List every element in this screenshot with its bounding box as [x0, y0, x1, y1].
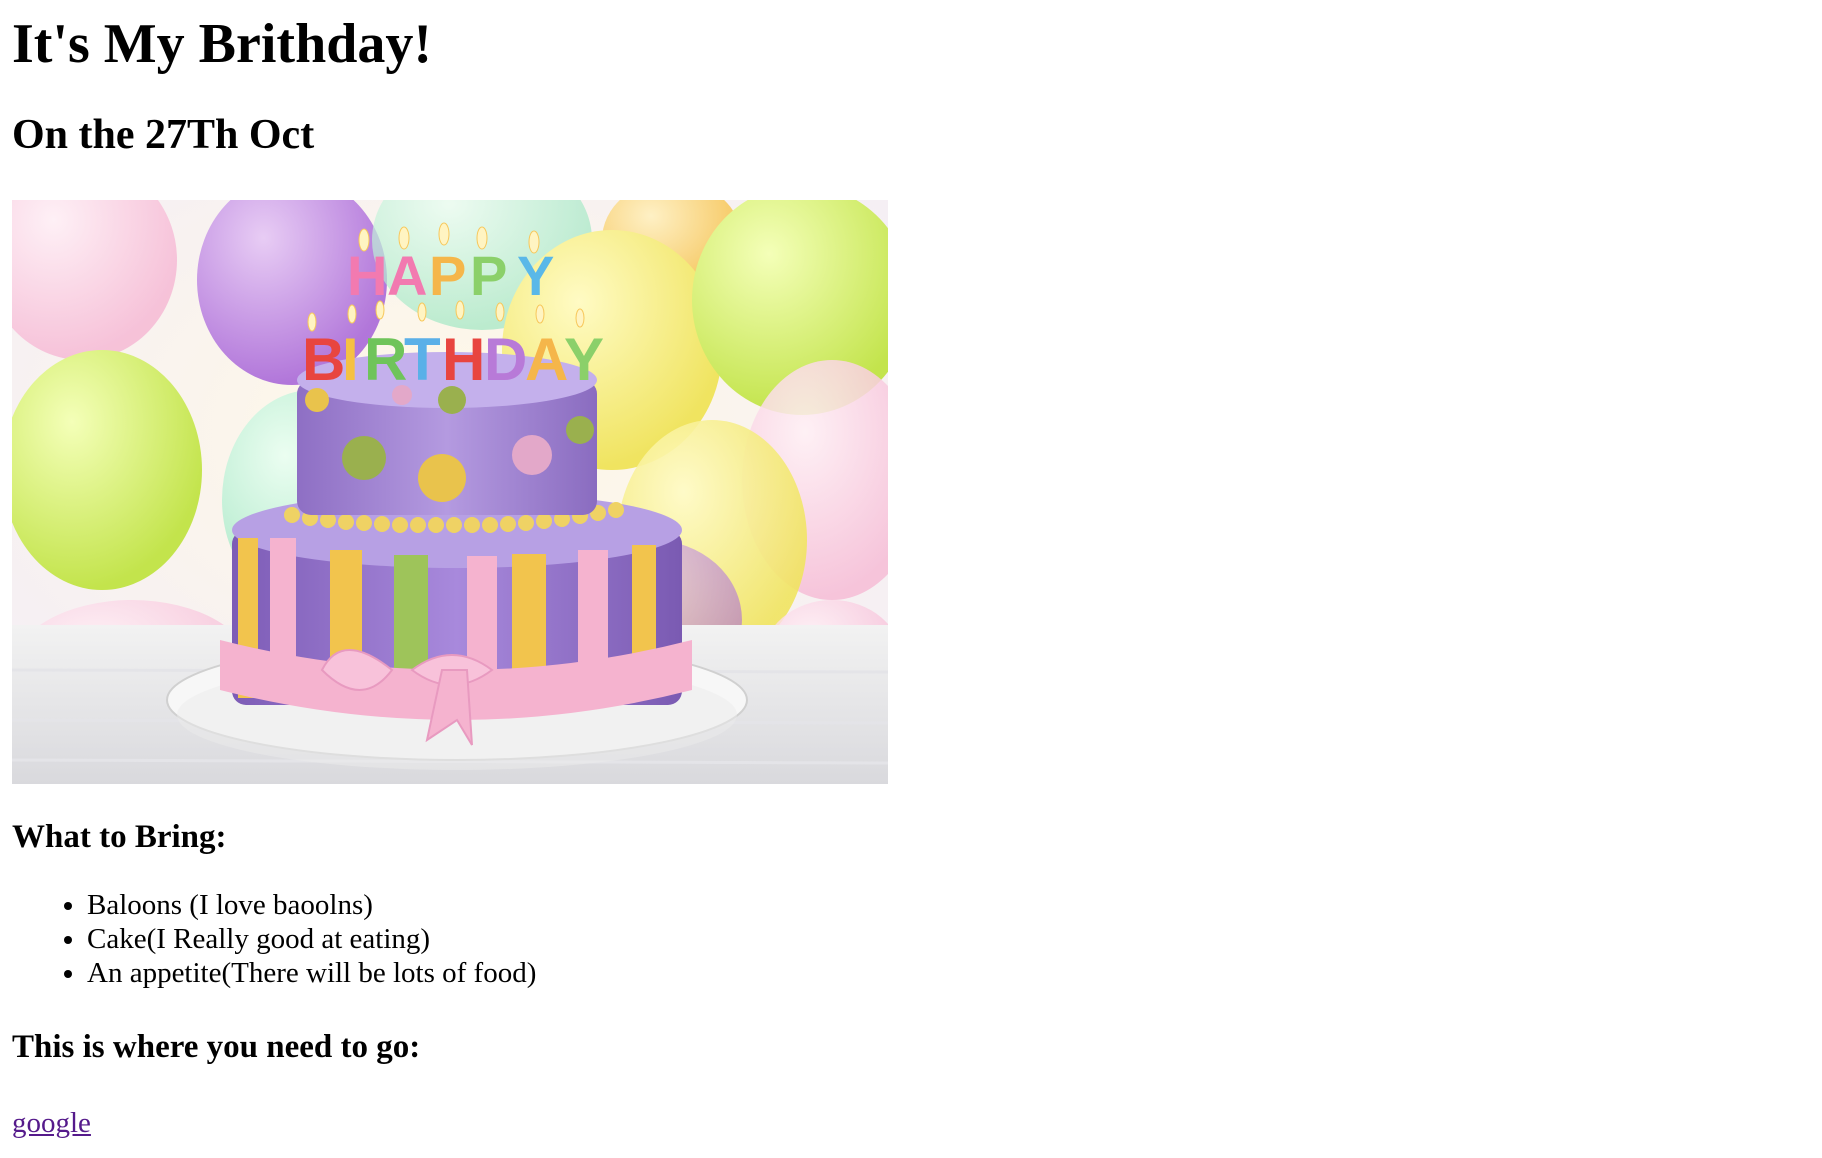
list-item: An appetite(There will be lots of food) [87, 956, 1802, 990]
svg-text:H: H [347, 244, 387, 307]
birthday-cake-image: H A P P Y B I R T H D A Y [12, 200, 888, 784]
svg-text:A: A [387, 244, 427, 307]
page-title: It's My Brithday! [12, 13, 432, 75]
svg-text:I: I [342, 326, 359, 393]
svg-text:B: B [302, 326, 345, 393]
svg-text:A: A [525, 326, 568, 393]
svg-text:D: D [484, 326, 527, 393]
svg-text:R: R [364, 326, 407, 393]
bring-list: Baloons (I love baoolns) Cake(I Really g… [12, 888, 1802, 990]
page-body: It's My Brithday! On the 27Th Oct H A P … [12, 0, 1802, 1140]
svg-text:P: P [429, 244, 466, 307]
svg-text:Y: Y [564, 326, 604, 393]
date-heading: On the 27Th Oct [12, 112, 315, 158]
svg-text:Y: Y [517, 244, 554, 307]
list-item: Cake(I Really good at eating) [87, 922, 1802, 956]
where-heading: This is where you need to go: [12, 1029, 421, 1065]
link-row: google [12, 1106, 1802, 1140]
svg-text:T: T [404, 326, 441, 393]
list-item: Baloons (I love baoolns) [87, 888, 1802, 922]
svg-text:H: H [442, 326, 485, 393]
bring-heading: What to Bring: [12, 819, 227, 855]
svg-text:P: P [470, 244, 507, 307]
google-link[interactable]: google [12, 1107, 91, 1139]
